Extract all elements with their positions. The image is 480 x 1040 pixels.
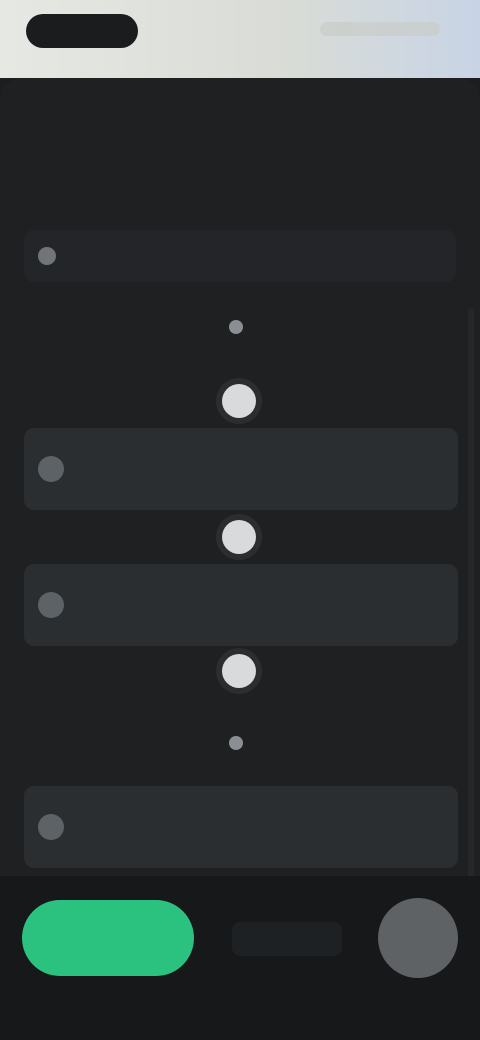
place-icon xyxy=(38,592,64,618)
calendar-icon xyxy=(229,735,243,750)
status-time-pill xyxy=(26,14,138,48)
place-icon xyxy=(38,456,64,482)
day-label-2 xyxy=(0,734,480,750)
avatar-icon[interactable] xyxy=(378,898,458,978)
timeline-card-3[interactable] xyxy=(24,786,458,868)
day-label-1 xyxy=(0,318,480,334)
primary-action-button[interactable] xyxy=(22,900,194,976)
timeline-card-2[interactable] xyxy=(24,564,458,646)
timeline-node-1 xyxy=(222,384,256,418)
secondary-action-button[interactable] xyxy=(232,922,342,956)
calendar-icon xyxy=(229,319,243,334)
timeline-card-1[interactable] xyxy=(24,428,458,510)
timeline-node-3 xyxy=(222,654,256,688)
status-indicators xyxy=(320,22,440,36)
place-icon xyxy=(38,814,64,840)
pin-icon xyxy=(38,247,56,265)
scrollbar[interactable] xyxy=(468,308,474,948)
timeline-node-2 xyxy=(222,520,256,554)
bottom-bar xyxy=(0,876,480,1040)
tab-row xyxy=(0,98,480,148)
status-bar xyxy=(0,0,480,78)
location-row[interactable] xyxy=(24,230,456,282)
